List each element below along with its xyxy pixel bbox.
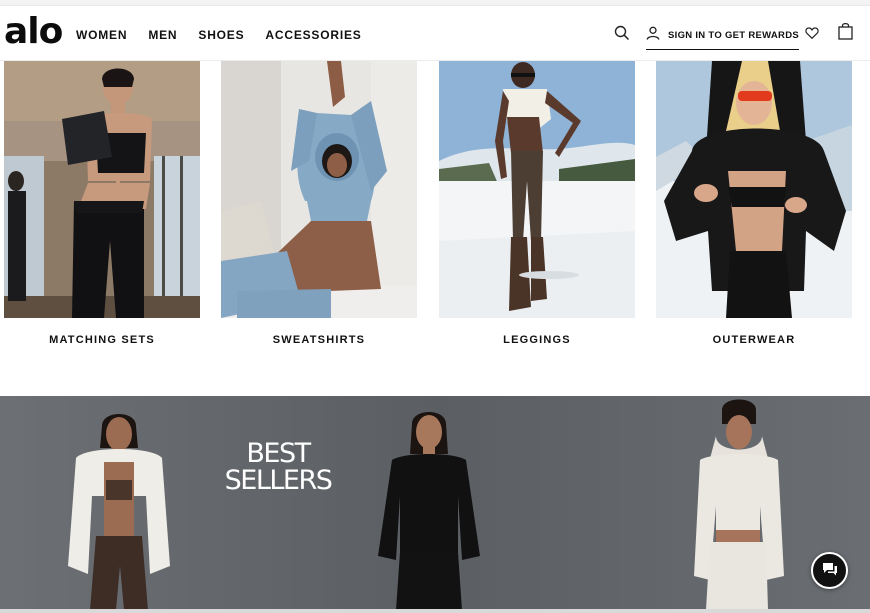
user-icon — [646, 26, 660, 45]
main-nav: WOMEN MEN SHOES ACCESSORIES — [76, 28, 362, 42]
best-sellers-title: BEST SELLERS — [218, 440, 338, 494]
category-tile-matching-sets[interactable] — [4, 61, 200, 318]
category-tile-sweatshirts[interactable] — [221, 61, 417, 318]
nav-accessories[interactable]: ACCESSORIES — [265, 28, 361, 42]
best-sellers-models-image — [68, 399, 784, 610]
banner-title-line-2: SELLERS — [224, 465, 333, 496]
nav-shoes[interactable]: SHOES — [198, 28, 244, 42]
category-label-outerwear[interactable]: OUTERWEAR — [656, 334, 852, 346]
best-sellers-banner[interactable]: BEST SELLERS — [0, 396, 870, 610]
category-label-leggings[interactable]: LEGGINGS — [439, 334, 635, 346]
category-tile-outerwear[interactable] — [656, 61, 852, 318]
bottom-strip — [0, 609, 870, 613]
chat-icon — [822, 562, 838, 579]
sign-in-label: SIGN IN TO GET REWARDS — [668, 30, 799, 41]
search-icon[interactable] — [614, 25, 630, 41]
outerwear-image — [656, 61, 852, 318]
alo-logo[interactable]: alo — [4, 10, 63, 54]
site-header: alo WOMEN MEN SHOES ACCESSORIES SIGN IN … — [0, 6, 870, 61]
category-label-sweatshirts[interactable]: SWEATSHIRTS — [221, 334, 417, 346]
sign-in-link[interactable]: SIGN IN TO GET REWARDS — [646, 26, 799, 50]
sweatshirts-image — [221, 61, 417, 318]
leggings-image — [439, 61, 635, 318]
heart-icon[interactable] — [805, 26, 819, 40]
category-label-matching-sets[interactable]: MATCHING SETS — [4, 334, 200, 346]
nav-men[interactable]: MEN — [148, 28, 177, 42]
shopping-bag-icon[interactable] — [838, 22, 853, 40]
nav-women[interactable]: WOMEN — [76, 28, 127, 42]
chat-button[interactable] — [811, 552, 848, 589]
matching-sets-image — [4, 61, 200, 318]
category-tile-leggings[interactable] — [439, 61, 635, 318]
banner-title-line-1: BEST — [246, 438, 311, 469]
